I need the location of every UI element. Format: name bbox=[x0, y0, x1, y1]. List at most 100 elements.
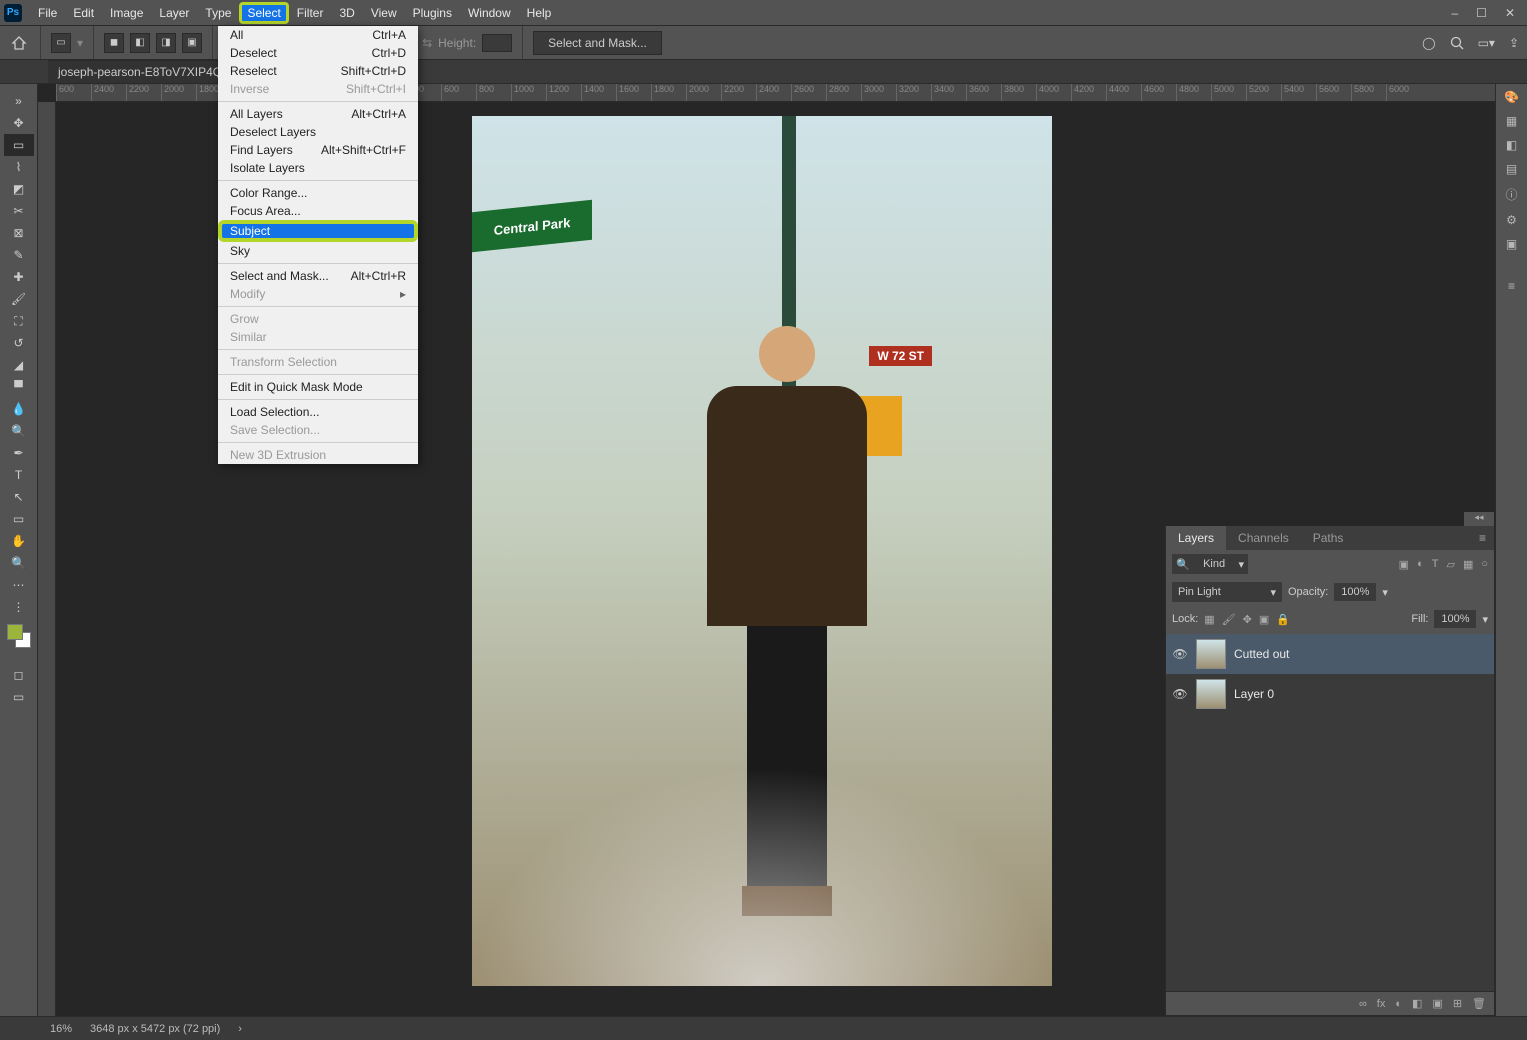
menu-item-edit-in-quick-mask-mode[interactable]: Edit in Quick Mask Mode bbox=[218, 378, 418, 396]
layers-footer-icon-5[interactable]: ⊞ bbox=[1453, 997, 1462, 1010]
eraser-tool[interactable]: ◢ bbox=[4, 354, 34, 376]
panel-menu-icon[interactable]: ≡ bbox=[1471, 526, 1494, 550]
menu-help[interactable]: Help bbox=[519, 2, 560, 24]
menu-3d[interactable]: 3D bbox=[331, 2, 362, 24]
menu-file[interactable]: File bbox=[30, 2, 65, 24]
brush-tool[interactable]: 🖌 bbox=[4, 288, 34, 310]
menu-filter[interactable]: Filter bbox=[289, 2, 332, 24]
quick-mask-icon[interactable]: ◻ bbox=[4, 664, 34, 686]
menu-item-find-layers[interactable]: Find LayersAlt+Shift+Ctrl+F bbox=[218, 141, 418, 159]
edit-toolbar-icon[interactable]: ⋮ bbox=[4, 596, 34, 618]
cloud-docs-icon[interactable]: ◯ bbox=[1422, 36, 1435, 50]
menu-item-select-and-mask[interactable]: Select and Mask...Alt+Ctrl+R bbox=[218, 267, 418, 285]
menu-item-load-selection[interactable]: Load Selection... bbox=[218, 403, 418, 421]
layers-footer-icon-3[interactable]: ◧ bbox=[1412, 997, 1422, 1010]
menu-view[interactable]: View bbox=[363, 2, 405, 24]
lasso-tool[interactable]: ⌇ bbox=[4, 156, 34, 178]
height-input[interactable] bbox=[482, 34, 512, 52]
rectangle-tool[interactable]: ▭ bbox=[4, 508, 34, 530]
menu-item-color-range[interactable]: Color Range... bbox=[218, 184, 418, 202]
marquee-tool-preset[interactable]: ▭ bbox=[51, 33, 71, 53]
crop-tool[interactable]: ✂ bbox=[4, 200, 34, 222]
history-panel-icon[interactable]: ≡ bbox=[1508, 279, 1515, 293]
layers-footer-icon-6[interactable]: 🗑 bbox=[1472, 997, 1486, 1010]
move-tool[interactable]: ✥ bbox=[4, 112, 34, 134]
document-dimensions[interactable]: 3648 px x 5472 px (72 ppi) bbox=[90, 1023, 220, 1035]
adjustments-panel-icon[interactable]: ⚙ bbox=[1506, 213, 1517, 227]
menu-plugins[interactable]: Plugins bbox=[405, 2, 460, 24]
menu-image[interactable]: Image bbox=[102, 2, 151, 24]
swap-wh-icon[interactable]: ⇆ bbox=[422, 36, 432, 50]
properties-panel-icon[interactable]: ⓘ bbox=[1505, 186, 1517, 203]
layers-footer-icon-2[interactable]: ◐ bbox=[1395, 998, 1402, 1010]
menu-item-focus-area[interactable]: Focus Area... bbox=[218, 202, 418, 220]
layer-row[interactable]: 👁 Cutted out bbox=[1166, 634, 1494, 674]
menu-edit[interactable]: Edit bbox=[65, 2, 102, 24]
menu-window[interactable]: Window bbox=[460, 2, 519, 24]
layer-name[interactable]: Layer 0 bbox=[1234, 687, 1274, 701]
patterns-panel-icon[interactable]: ▤ bbox=[1506, 162, 1517, 176]
lock-transparent-icon[interactable]: ▦ bbox=[1204, 613, 1214, 626]
filter-smart-icon[interactable]: ▦ bbox=[1463, 558, 1473, 571]
zoom-tool[interactable]: 🔍 bbox=[4, 552, 34, 574]
object-select-tool[interactable]: ◩ bbox=[4, 178, 34, 200]
selection-intersect-icon[interactable]: ▣ bbox=[182, 33, 202, 53]
close-button[interactable]: ✕ bbox=[1505, 6, 1515, 20]
color-panel-icon[interactable]: 🎨 bbox=[1504, 90, 1519, 104]
menu-type[interactable]: Type bbox=[197, 2, 239, 24]
canvas-image[interactable]: Central Park W 72 ST bbox=[472, 116, 1052, 986]
layers-footer-icon-4[interactable]: ▣ bbox=[1432, 997, 1442, 1010]
menu-item-deselect-layers[interactable]: Deselect Layers bbox=[218, 123, 418, 141]
workspace-switcher-icon[interactable]: ▭▾ bbox=[1478, 36, 1495, 50]
layer-filter-kind[interactable]: 🔍Kind▾ bbox=[1172, 554, 1248, 574]
blur-tool[interactable]: 💧 bbox=[4, 398, 34, 420]
pen-tool[interactable]: ✒ bbox=[4, 442, 34, 464]
layer-name[interactable]: Cutted out bbox=[1234, 647, 1289, 661]
minimize-button[interactable]: – bbox=[1451, 6, 1458, 20]
history-brush-tool[interactable]: ↺ bbox=[4, 332, 34, 354]
layer-thumbnail[interactable] bbox=[1196, 679, 1226, 709]
eyedropper-tool[interactable]: ✎ bbox=[4, 244, 34, 266]
layer-row[interactable]: 👁 Layer 0 bbox=[1166, 674, 1494, 714]
status-chevron-icon[interactable]: › bbox=[238, 1023, 242, 1035]
layers-footer-icon-1[interactable]: fx bbox=[1377, 998, 1386, 1010]
menu-item-isolate-layers[interactable]: Isolate Layers bbox=[218, 159, 418, 177]
blend-mode-select[interactable]: Pin Light▾ bbox=[1172, 582, 1282, 602]
tab-layers[interactable]: Layers bbox=[1166, 526, 1226, 550]
color-swatches[interactable] bbox=[7, 624, 31, 648]
filter-type-icon[interactable]: T bbox=[1432, 558, 1439, 571]
home-icon[interactable] bbox=[8, 32, 30, 54]
filter-shape-icon[interactable]: ▱ bbox=[1446, 558, 1454, 571]
opacity-input[interactable]: 100% bbox=[1334, 583, 1376, 601]
filter-adjust-icon[interactable]: ◐ bbox=[1417, 558, 1424, 571]
share-icon[interactable]: ⇪ bbox=[1509, 36, 1519, 50]
lock-all-icon[interactable]: 🔒 bbox=[1276, 613, 1290, 626]
dodge-tool[interactable]: 🔍 bbox=[4, 420, 34, 442]
path-select-tool[interactable]: ↖ bbox=[4, 486, 34, 508]
select-and-mask-button[interactable]: Select and Mask... bbox=[533, 31, 662, 55]
type-tool[interactable]: T bbox=[4, 464, 34, 486]
marquee-tool[interactable]: ▭ bbox=[4, 134, 34, 156]
selection-new-icon[interactable]: ◼ bbox=[104, 33, 124, 53]
clone-stamp-tool[interactable]: ⛶ bbox=[4, 310, 34, 332]
frame-tool[interactable]: ⊠ bbox=[4, 222, 34, 244]
zoom-level[interactable]: 16% bbox=[50, 1023, 72, 1035]
gradients-panel-icon[interactable]: ◧ bbox=[1506, 138, 1517, 152]
lock-pixels-icon[interactable]: 🖌 bbox=[1222, 613, 1236, 626]
lock-position-icon[interactable]: ✥ bbox=[1243, 613, 1252, 626]
swatches-panel-icon[interactable]: ▦ bbox=[1506, 114, 1517, 128]
menu-item-subject[interactable]: Subject bbox=[218, 220, 418, 242]
filter-pixel-icon[interactable]: ▣ bbox=[1399, 558, 1409, 571]
healing-brush-tool[interactable]: ✚ bbox=[4, 266, 34, 288]
selection-subtract-icon[interactable]: ◨ bbox=[156, 33, 176, 53]
menu-select[interactable]: Select bbox=[239, 2, 288, 24]
menu-item-all-layers[interactable]: All LayersAlt+Ctrl+A bbox=[218, 105, 418, 123]
visibility-icon[interactable]: 👁 bbox=[1172, 647, 1188, 661]
layers-footer-icon-0[interactable]: ∞ bbox=[1359, 998, 1367, 1010]
menu-item-deselect[interactable]: DeselectCtrl+D bbox=[218, 44, 418, 62]
visibility-icon[interactable]: 👁 bbox=[1172, 687, 1188, 701]
menu-layer[interactable]: Layer bbox=[151, 2, 197, 24]
layer-thumbnail[interactable] bbox=[1196, 639, 1226, 669]
filter-toggle-icon[interactable]: ○ bbox=[1481, 558, 1488, 571]
menu-item-sky[interactable]: Sky bbox=[218, 242, 418, 260]
